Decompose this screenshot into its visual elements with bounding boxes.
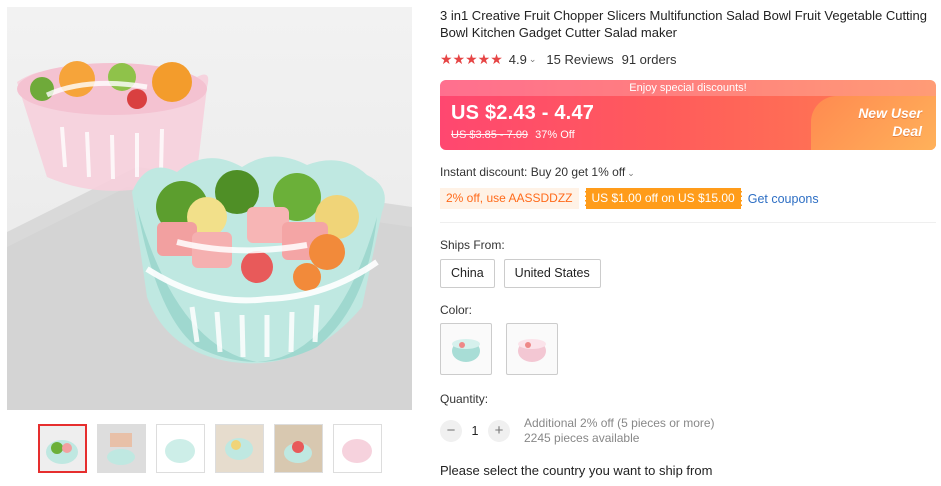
thumbnail-image bbox=[334, 425, 381, 472]
current-price: US $2.43 - 4.47 bbox=[451, 102, 595, 124]
decrease-quantity-button[interactable]: − bbox=[440, 420, 462, 442]
thumbnail-image bbox=[98, 425, 145, 472]
price-banner: Enjoy special discounts! US $2.43 - 4.47… bbox=[440, 80, 936, 150]
bulk-discount-text: Additional 2% off (5 pieces or more) bbox=[524, 416, 715, 430]
thumbnail-6[interactable] bbox=[333, 424, 382, 473]
coupon-row: 2% off, use AASSDDZZ US $1.00 off on US … bbox=[440, 188, 819, 209]
orders-count: 91 orders bbox=[621, 52, 677, 67]
original-price: US $3.85 - 7.09 bbox=[451, 129, 529, 141]
badge-line-1: New User bbox=[858, 105, 922, 121]
divider bbox=[440, 222, 936, 223]
ships-from-options: China United States bbox=[440, 259, 601, 288]
reviews-link[interactable]: 15 Reviews bbox=[546, 52, 613, 67]
quantity-info: Additional 2% off (5 pieces or more) 224… bbox=[524, 416, 715, 446]
color-label: Color: bbox=[440, 303, 473, 317]
star-rating-icon: ★★★★★ bbox=[440, 51, 503, 67]
quantity-stepper: − 1 + Additional 2% off (5 pieces or mor… bbox=[440, 416, 715, 446]
coupon-code-tag[interactable]: 2% off, use AASSDDZZ bbox=[440, 188, 579, 209]
promo-strip: Enjoy special discounts! bbox=[440, 80, 936, 96]
thumbnail-image bbox=[157, 425, 204, 472]
product-title: 3 in1 Creative Fruit Chopper Slicers Mul… bbox=[440, 8, 928, 40]
mint-bowl-icon bbox=[452, 339, 480, 362]
thumbnail-4[interactable] bbox=[215, 424, 264, 473]
color-swatch-mint[interactable] bbox=[440, 323, 492, 375]
color-swatch-pink[interactable] bbox=[506, 323, 558, 375]
thumbnail-image bbox=[216, 425, 263, 472]
rating-value[interactable]: 4.9 bbox=[509, 52, 527, 67]
thumbnail-3[interactable] bbox=[156, 424, 205, 473]
instant-discount[interactable]: Instant discount: Buy 20 get 1% off ⌄ bbox=[440, 165, 645, 179]
color-options bbox=[440, 323, 558, 375]
new-user-deal-text: New User Deal bbox=[832, 104, 922, 140]
badge-line-2: Deal bbox=[892, 123, 922, 139]
ships-from-china[interactable]: China bbox=[440, 259, 495, 288]
store-coupon-tag[interactable]: US $1.00 off on US $15.00 bbox=[584, 188, 742, 209]
chevron-down-icon: ⌄ bbox=[627, 168, 635, 178]
rating-row: ★★★★★ 4.9 ⌄ 15 Reviews 91 orders bbox=[440, 51, 677, 68]
quantity-label: Quantity: bbox=[440, 392, 489, 406]
instant-discount-text: Instant discount: Buy 20 get 1% off bbox=[440, 165, 626, 179]
new-user-deal-badge: New User Deal bbox=[811, 96, 936, 150]
thumbnail-1[interactable] bbox=[38, 424, 87, 473]
chevron-down-icon[interactable]: ⌄ bbox=[529, 54, 537, 65]
discount-percent: 37% Off bbox=[535, 129, 575, 141]
get-coupons-link[interactable]: Get coupons bbox=[748, 192, 819, 206]
increase-quantity-button[interactable]: + bbox=[488, 420, 510, 442]
thumbnail-2[interactable] bbox=[97, 424, 146, 473]
salad-bowl-illustration bbox=[7, 61, 412, 410]
thumbnail-image bbox=[275, 425, 322, 472]
ships-from-united-states[interactable]: United States bbox=[503, 259, 601, 288]
quantity-value[interactable]: 1 bbox=[462, 424, 488, 438]
pieces-available: 2245 pieces available bbox=[524, 431, 640, 445]
ships-from-label: Ships From: bbox=[440, 238, 505, 252]
main-product-image[interactable] bbox=[7, 7, 412, 410]
pink-bowl-icon bbox=[518, 339, 546, 362]
thumbnail-strip bbox=[38, 424, 382, 473]
thumbnail-image bbox=[40, 426, 85, 471]
thumbnail-5[interactable] bbox=[274, 424, 323, 473]
price-sub: US $3.85 - 7.09 37% Off bbox=[451, 129, 575, 141]
shipping-message: Please select the country you want to sh… bbox=[440, 463, 713, 478]
